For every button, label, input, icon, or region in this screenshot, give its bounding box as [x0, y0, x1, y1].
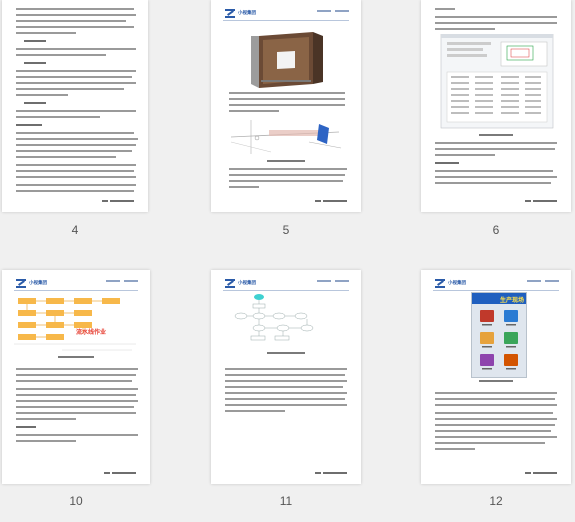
page-footer: [323, 472, 347, 474]
page-header-logo: 小视集团: [16, 278, 47, 288]
page-thumbnail-6[interactable]: [421, 0, 571, 212]
page-number: 4: [71, 223, 79, 237]
page-thumbnail-4[interactable]: [2, 0, 148, 212]
wall-3d-figure: [251, 32, 323, 88]
logo-icon: [16, 278, 26, 288]
logo-icon: [435, 278, 445, 288]
page-number: 11: [279, 494, 293, 508]
workflow-diagram: [234, 294, 314, 341]
page-header-meta: [527, 280, 559, 282]
cad-drawing-figure: [230, 120, 342, 154]
page-number: 12: [489, 494, 503, 508]
page-footer-mark: [525, 472, 531, 474]
logo-text: 小视集团: [238, 280, 256, 285]
page-number: 5: [282, 223, 290, 237]
page-header-logo: 小视集团: [225, 8, 256, 18]
logo-text: 小视集团: [29, 280, 47, 285]
page-header-meta: [106, 280, 138, 282]
page-thumbnail-12[interactable]: 小视集团 生产现场: [421, 270, 571, 484]
page-footer: [323, 200, 347, 202]
app-header-bar: 生产现场: [472, 293, 526, 304]
page-number: 10: [69, 494, 83, 508]
logo-text: 小视集团: [448, 280, 466, 285]
logo-text: 小视集团: [238, 10, 256, 15]
page-header-meta: [317, 280, 349, 282]
logo-icon: [225, 278, 235, 288]
page-footer: [112, 472, 136, 474]
app-icon-grid: [480, 310, 518, 370]
page-thumbnail-11[interactable]: 小视集团: [211, 270, 361, 484]
page-header-meta: [317, 10, 349, 12]
page-number: 6: [492, 223, 500, 237]
page-footer-mark: [315, 472, 321, 474]
page-footer-mark: [102, 200, 108, 202]
logo-icon: [225, 8, 235, 18]
app-header-title: 生产现场: [499, 298, 524, 304]
mobile-app-screenshot: 生产现场: [471, 292, 527, 378]
software-dialog-figure: [440, 34, 554, 129]
page-thumbnail-10[interactable]: 小视集团 流水线作业: [2, 270, 150, 484]
flow-diagram-label: 流水线作业: [76, 330, 107, 336]
page-footer-mark: [315, 200, 321, 202]
header-divider: [223, 20, 349, 21]
page-footer: [533, 200, 557, 202]
page-header-logo: 小视集团: [225, 278, 256, 288]
page-footer: [533, 472, 557, 474]
page-footer-mark: [525, 200, 531, 202]
page-thumbnail-5[interactable]: 小视集团: [211, 0, 361, 212]
header-divider: [223, 290, 349, 291]
header-divider: [14, 290, 138, 291]
page-footer-mark: [104, 472, 110, 474]
header-divider: [433, 290, 559, 291]
page-footer: [110, 200, 134, 202]
page-header-logo: 小视集团: [435, 278, 466, 288]
